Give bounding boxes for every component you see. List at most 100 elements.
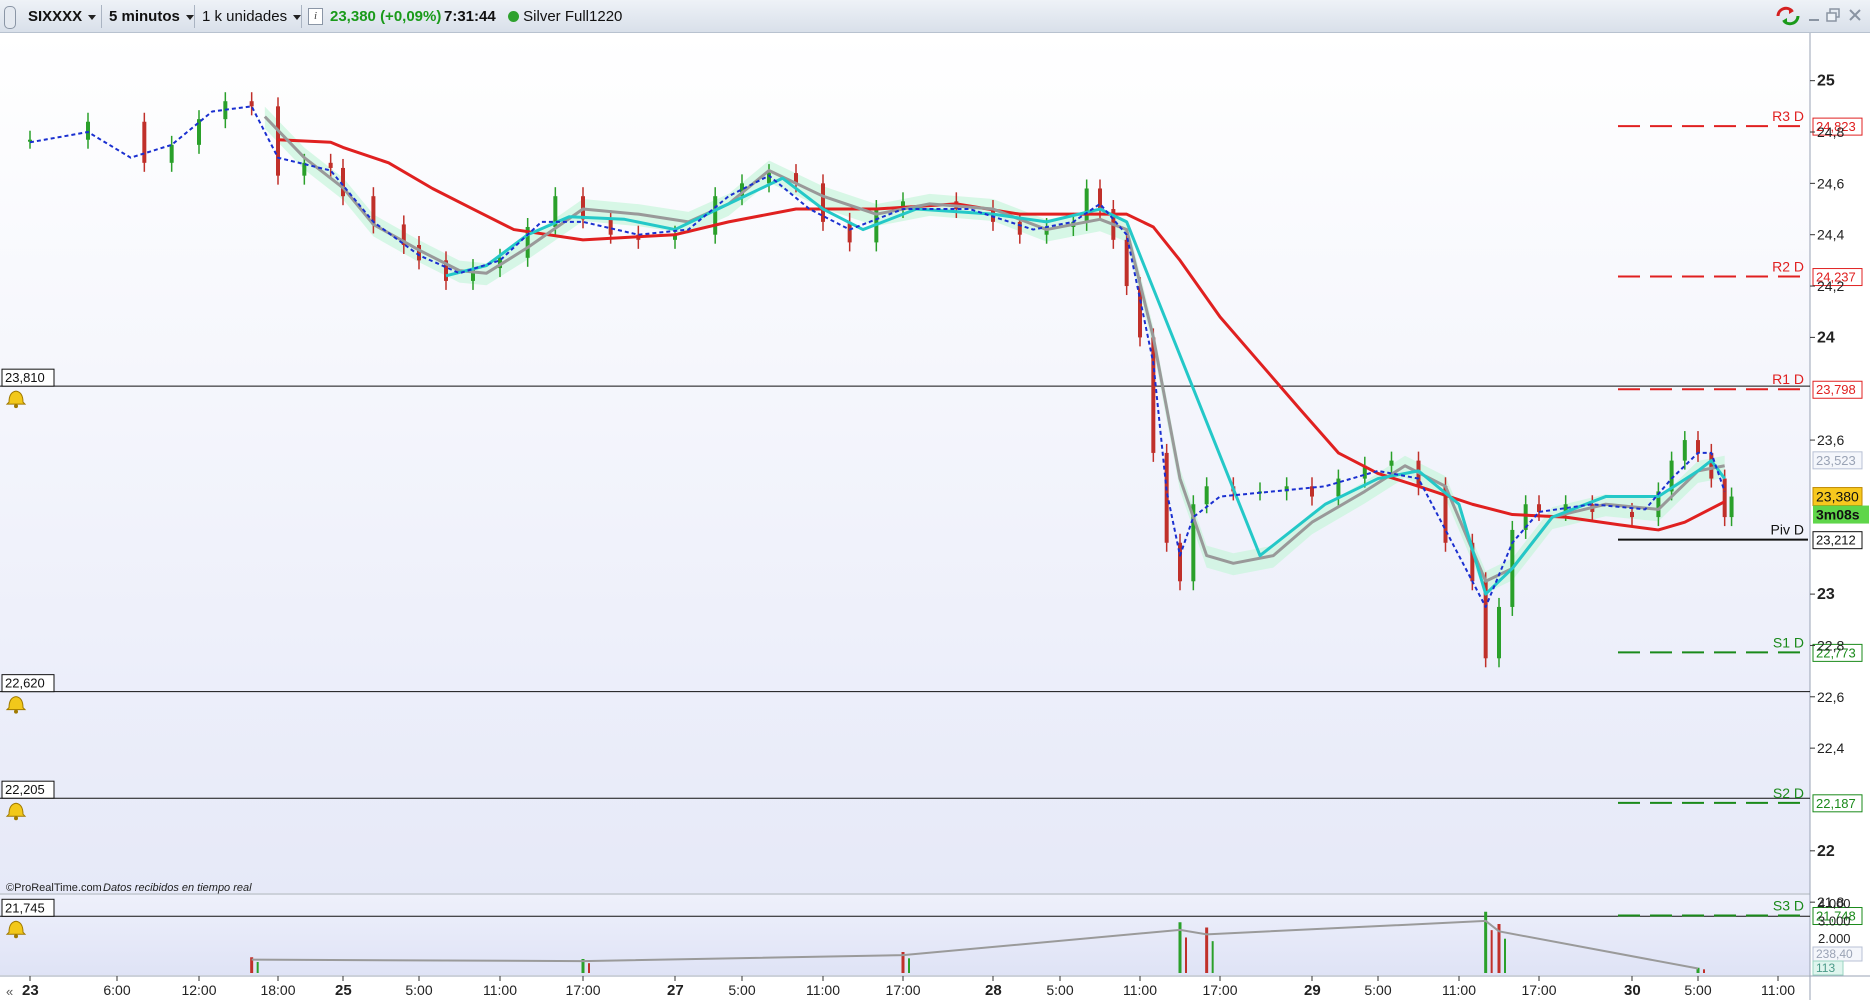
candle-body	[86, 121, 90, 140]
units-selector[interactable]: 1 k unidades	[196, 4, 307, 29]
pivot-label: Piv D	[1771, 522, 1804, 538]
scroll-left-icon[interactable]: «	[6, 984, 13, 999]
alert-label: 23,810	[5, 370, 45, 385]
price-tick-label: 24,6	[1817, 175, 1844, 191]
candle-body	[328, 162, 333, 168]
last-price-value: 23,380	[330, 8, 376, 25]
time-tick-label: 5:00	[1046, 982, 1073, 998]
pivot-value: 22,187	[1816, 796, 1856, 811]
pivot-label: R1 D	[1772, 371, 1804, 387]
candle-body	[142, 121, 147, 163]
chart-window: { "toolbar": { "instrument": "SIXXXX", "…	[0, 0, 1870, 1000]
candle-body	[341, 167, 345, 197]
chevron-down-icon	[88, 14, 97, 20]
chart-toolbar: SIXXXX 5 minutos 1 k unidades i 23,380 (…	[0, 0, 1870, 33]
time-tick-label: 17:00	[1521, 982, 1556, 998]
candle-body	[1497, 606, 1501, 659]
units-label: 1 k unidades	[202, 8, 288, 25]
minimize-icon[interactable]	[1808, 8, 1820, 25]
time-tick-label: 5:00	[728, 982, 755, 998]
price-tick-label: 22	[1817, 843, 1835, 860]
candle-body	[169, 144, 174, 163]
pivot-label: R2 D	[1772, 259, 1804, 275]
last-price-label: 23,380	[1816, 489, 1859, 505]
price-tick-label: 25	[1817, 73, 1835, 90]
candle-body	[417, 244, 421, 261]
time-tick-label: 17:00	[885, 982, 920, 998]
price-tick-label: 22,8	[1817, 637, 1844, 653]
volume-panel-background	[0, 895, 1810, 975]
time-tick-label: 27	[667, 982, 684, 999]
price-chart: 23,810 22,620 22,205 21,745 R3 D 24,8 23 R2 D 2…	[0, 33, 1870, 1000]
time-tick-label: 30	[1624, 982, 1641, 999]
candle-body	[1389, 460, 1394, 466]
countdown-label: 3m08s	[1816, 507, 1860, 523]
clock-time: 7:31:44	[444, 8, 496, 25]
change-percent: (+0,09%)	[380, 8, 442, 25]
sync-icon[interactable]	[1775, 5, 1801, 30]
info-icon[interactable]: i	[308, 8, 323, 25]
realtime-note: Datos recibidos en tiempo real	[103, 882, 252, 894]
volume-ma-value: 238,40	[1816, 947, 1853, 961]
volume-tick-label: 3.000	[1818, 914, 1851, 929]
price-tick-label: 24	[1817, 329, 1835, 346]
candle-body	[713, 196, 718, 235]
time-tick-label: 23	[22, 982, 39, 999]
pivot-label: S2 D	[1773, 785, 1804, 801]
time-tick-label: 25	[335, 982, 352, 999]
pivot-value: 23,798	[1816, 382, 1856, 397]
time-tick-label: 18:00	[260, 982, 295, 998]
candle-body	[1336, 478, 1341, 497]
price-tick-label: 23,6	[1817, 432, 1844, 448]
ma-value: 23,523	[1816, 453, 1856, 468]
time-tick-label: 11:00	[806, 982, 840, 998]
pivot-label: R3 D	[1772, 108, 1804, 124]
candle-body	[1124, 239, 1129, 287]
time-tick-label: 28	[985, 982, 1002, 999]
chevron-down-icon	[185, 14, 194, 20]
pivot-value: 23,212	[1816, 533, 1856, 548]
time-tick-label: 11:00	[1761, 982, 1795, 998]
price-tick-label: 24,4	[1817, 227, 1844, 243]
volume-tick-label: 2.000	[1818, 931, 1851, 946]
time-axis: 23 6:00 12:00 18:00 25 5:00 11:00 17:00 27 5:00 11…	[22, 976, 1795, 999]
time-tick-label: 11:00	[1123, 982, 1157, 998]
time-tick-label: 11:00	[483, 982, 517, 998]
candle-body	[1709, 452, 1714, 479]
timeframe-selector[interactable]: 5 minutos	[103, 4, 200, 29]
time-tick-label: 6:00	[103, 982, 130, 998]
candle-body	[821, 183, 825, 222]
candle-body	[1084, 188, 1089, 222]
feed-label: Silver Full1220	[523, 8, 623, 25]
price-tick-label: 23	[1817, 586, 1835, 603]
time-tick-label: 5:00	[1684, 982, 1711, 998]
candle-body	[767, 173, 771, 184]
alert-label: 22,620	[5, 676, 45, 691]
close-icon[interactable]	[1848, 8, 1862, 25]
instrument-selector[interactable]: SIXXXX	[22, 4, 102, 29]
alert-label: 22,205	[5, 782, 45, 797]
last-price: 23,380 (+0,09%)	[330, 4, 441, 29]
green-status-dot-icon	[508, 11, 519, 22]
pivot-label: S3 D	[1773, 898, 1804, 914]
time-tick-label: 5:00	[1364, 982, 1391, 998]
candle-body	[1696, 440, 1700, 453]
restore-icon[interactable]	[1826, 8, 1840, 25]
candle-body	[1682, 440, 1687, 461]
candle-body	[1729, 496, 1734, 518]
toolbar-grip-handle[interactable]	[4, 6, 16, 29]
volume-value: 113	[1816, 961, 1835, 975]
time-tick-label: 5:00	[405, 982, 432, 998]
candle-body	[1164, 452, 1169, 543]
candle-body	[1204, 486, 1209, 505]
time-tick-label: 17:00	[565, 982, 600, 998]
price-tick-label: 24,8	[1817, 124, 1844, 140]
volume-tick-label: 4.000	[1818, 896, 1851, 911]
source-credit: ©ProRealTime.com	[6, 882, 102, 894]
time-tick-label: 11:00	[1442, 982, 1476, 998]
feed-status: Silver Full1220	[508, 4, 622, 29]
price-axis-badges: 23,523 23,380 3m08s	[1812, 451, 1869, 524]
time-tick-label: 17:00	[1202, 982, 1237, 998]
pivot-label: S1 D	[1773, 634, 1804, 650]
time-tick-label: 29	[1304, 982, 1321, 999]
